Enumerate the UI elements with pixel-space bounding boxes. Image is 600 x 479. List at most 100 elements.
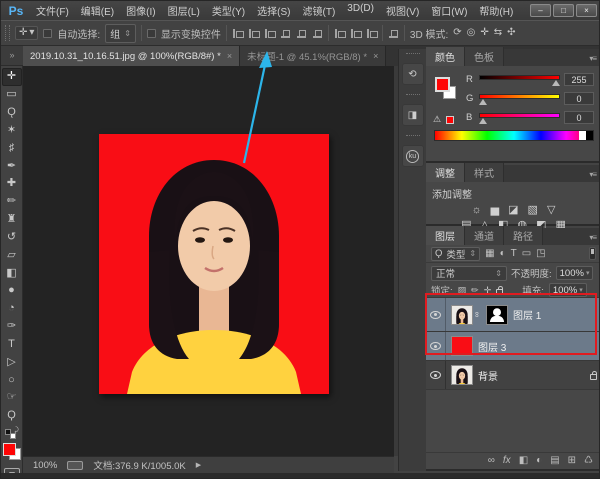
close-button[interactable]: × (576, 4, 597, 17)
show-transform-checkbox[interactable] (147, 29, 156, 38)
gamut-closest-color-chip[interactable] (446, 116, 454, 124)
clone-stamp-tool[interactable]: ♜ (2, 211, 22, 229)
filter-shape-layers-icon[interactable]: ▭ (522, 248, 531, 259)
collapse-tools-button[interactable]: » (1, 46, 23, 66)
layer-row-background[interactable]: 背景 (426, 361, 600, 390)
menu-select[interactable]: 选择(S) (252, 1, 295, 20)
lasso-tool[interactable]: Ǫ (2, 104, 22, 122)
close-icon[interactable]: × (227, 51, 232, 61)
3d-slide-icon[interactable]: ⇆ (494, 28, 502, 38)
dock-grip[interactable] (406, 53, 420, 54)
align-top-edges-icon[interactable] (280, 28, 291, 39)
blue-slider-track[interactable] (479, 113, 560, 118)
delete-layer-icon[interactable]: ♺ (584, 456, 593, 466)
gamut-warning-icon[interactable]: ⚠ (433, 114, 441, 125)
tab-channels[interactable]: 通道 (465, 226, 504, 245)
levels-icon[interactable]: ▅ (491, 204, 499, 217)
brightness-contrast-icon[interactable]: ☼ (472, 204, 482, 217)
auto-align-layers-icon[interactable] (388, 28, 399, 39)
menu-filter[interactable]: 滤镜(T) (298, 1, 341, 20)
3d-roll-icon[interactable]: ◎ (467, 28, 476, 38)
filter-smart-objects-icon[interactable]: ◳ (536, 248, 545, 259)
layer1-mask-thumbnail[interactable] (486, 305, 508, 325)
shape-tool[interactable]: ○ (2, 371, 22, 389)
panel-menu-icon[interactable]: ▾≡ (584, 51, 600, 66)
document-tab-2[interactable]: 未标题-1 @ 45.1%(RGB/8) * × (240, 46, 386, 66)
align-right-edges-icon[interactable] (264, 28, 275, 39)
path-selection-tool[interactable]: ▷ (2, 353, 22, 371)
dodge-tool[interactable]: ◔ (2, 300, 22, 318)
lock-image-pixels-icon[interactable]: ✏ (471, 285, 479, 296)
blur-tool[interactable]: ● (2, 282, 22, 300)
layer-name[interactable]: 图层 3 (478, 339, 506, 354)
magic-wand-tool[interactable]: ✶ (2, 122, 22, 140)
opacity-field[interactable]: 100% ▾ (556, 266, 594, 280)
eye-icon[interactable] (430, 311, 441, 319)
align-vertical-centers-icon[interactable] (296, 28, 307, 39)
tab-styles[interactable]: 样式 (465, 163, 504, 182)
filter-adjustment-layers-icon[interactable]: ◐ (500, 248, 506, 259)
menu-help[interactable]: 帮助(H) (474, 1, 518, 20)
color-spectrum-ramp[interactable] (434, 130, 594, 141)
red-value-field[interactable]: 255 (564, 73, 594, 86)
kuler-panel-icon[interactable]: ku (402, 145, 424, 167)
menu-window[interactable]: 窗口(W) (426, 1, 472, 20)
add-layer-mask-icon[interactable]: ◧ (519, 456, 528, 466)
layer-filter-dropdown[interactable]: Ϙ 类型 ⇕ (431, 247, 480, 261)
maximize-button[interactable]: □ (553, 4, 574, 17)
distribute-right-icon[interactable] (366, 28, 377, 39)
zoom-level-field[interactable]: 100% (33, 460, 57, 471)
default-colors-control[interactable]: ⤸ (5, 429, 19, 441)
distribute-left-icon[interactable] (334, 28, 345, 39)
background-thumbnail[interactable] (451, 365, 473, 385)
mask-link-icon[interactable]: ∞ (473, 311, 482, 319)
filter-type-layers-icon[interactable]: T (511, 248, 517, 259)
layer-name[interactable]: 图层 1 (513, 307, 541, 322)
align-bottom-edges-icon[interactable] (312, 28, 323, 39)
canvas-pasteboard[interactable] (23, 66, 394, 456)
red-slider-track[interactable] (479, 75, 560, 80)
zoom-tool[interactable]: Ϙ (2, 407, 22, 425)
crop-tool[interactable]: ♯ (2, 139, 22, 157)
link-layers-icon[interactable]: ∞ (488, 456, 495, 466)
3d-drag-icon[interactable]: ✛ (480, 28, 488, 38)
green-slider[interactable] (479, 92, 560, 104)
hand-tool[interactable]: ☞ (2, 389, 22, 407)
layer-name[interactable]: 背景 (478, 368, 498, 383)
blue-slider[interactable] (479, 111, 560, 123)
green-slider-track[interactable] (479, 94, 560, 99)
menu-edit[interactable]: 编辑(E) (76, 1, 119, 20)
red-slider-thumb[interactable] (552, 80, 560, 86)
layer-row-layer3[interactable]: 图层 3 (426, 332, 600, 361)
lock-all-icon[interactable] (496, 289, 503, 295)
exposure-icon[interactable]: ▧ (528, 204, 538, 217)
black-chip[interactable] (586, 131, 593, 140)
new-adjustment-layer-icon[interactable]: ◐ (536, 456, 542, 466)
menu-3d[interactable]: 3D(D) (342, 1, 379, 20)
healing-brush-tool[interactable]: ✚ (2, 175, 22, 193)
red-slider[interactable] (479, 73, 560, 85)
align-left-edges-icon[interactable] (232, 28, 243, 39)
pen-tool[interactable]: ✑ (2, 318, 22, 336)
layer-effects-icon[interactable]: fx (503, 456, 511, 466)
eye-icon[interactable] (430, 342, 441, 350)
panel-menu-icon[interactable]: ▾≡ (584, 167, 600, 182)
fill-field[interactable]: 100% ▾ (549, 283, 587, 297)
status-menu-arrow-icon[interactable]: ▶ (196, 461, 201, 469)
blue-value-field[interactable]: 0 (564, 111, 594, 124)
blue-slider-thumb[interactable] (479, 118, 487, 124)
tab-layers[interactable]: 图层 (426, 226, 465, 245)
layer1-thumbnail[interactable] (451, 305, 473, 325)
brush-tool[interactable]: ✏ (2, 193, 22, 211)
eraser-tool[interactable]: ▱ (2, 246, 22, 264)
dock-grip[interactable] (406, 94, 420, 95)
lock-position-icon[interactable]: ✛ (484, 285, 492, 296)
gradient-tool[interactable]: ◧ (2, 264, 22, 282)
layer3-red-thumbnail[interactable] (451, 336, 473, 356)
filter-pixel-layers-icon[interactable]: ▦ (485, 248, 494, 259)
eyedropper-tool[interactable]: ✒ (2, 157, 22, 175)
align-horizontal-centers-icon[interactable] (248, 28, 259, 39)
foreground-color-swatch[interactable] (3, 443, 16, 456)
type-tool[interactable]: T (2, 336, 22, 354)
foreground-color-swatch[interactable] (435, 77, 450, 92)
